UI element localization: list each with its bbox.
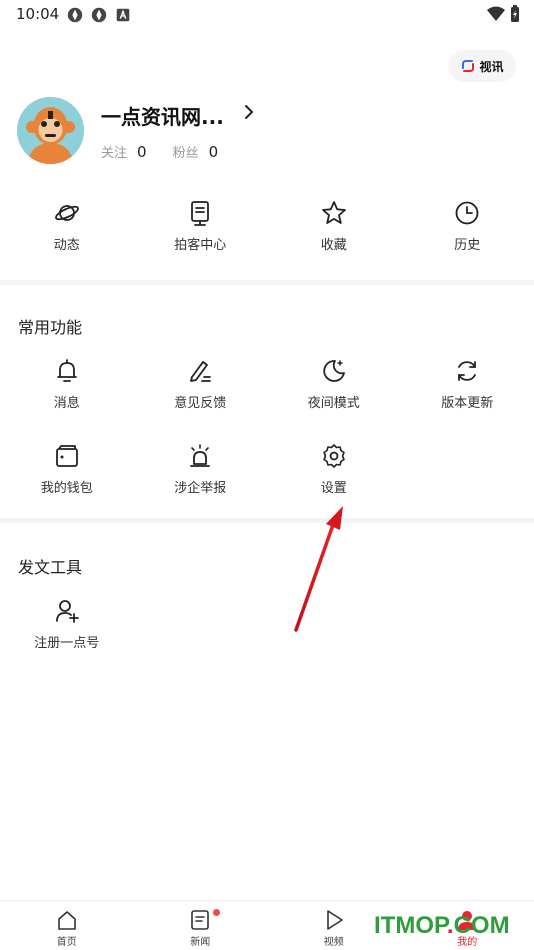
grid-item-label: 拍客中心 (174, 238, 227, 253)
func-item-message[interactable]: 消息 (0, 358, 134, 443)
notification-icons (66, 6, 132, 24)
func-item-label: 夜间模式 (307, 396, 360, 411)
common-functions-grid: 消息 意见反馈 夜间模式 版本更新 我的钱包 涉企举报 设置 (0, 358, 534, 528)
func-item-label: 注册一点号 (34, 636, 100, 651)
news-badge (212, 909, 220, 916)
watermark-dot: . (446, 912, 454, 939)
follow-count[interactable]: 0 (137, 143, 147, 161)
alarm-icon (190, 444, 211, 467)
func-item-label: 消息 (53, 396, 80, 411)
watermark: ITMOP.COM (374, 912, 510, 940)
system-icons (486, 5, 520, 23)
publish-tools-title: 发文工具 (18, 558, 83, 577)
publish-tools-grid: 注册一点号 (0, 598, 534, 683)
shixun-label: 视讯 (479, 59, 504, 74)
grid-item-label: 历史 (454, 238, 481, 253)
grid-item-lishi[interactable]: 历史 (401, 200, 534, 253)
watermark-main: ITMOP (374, 912, 447, 939)
wallet-icon (55, 445, 78, 467)
fans-label[interactable]: 粉丝 (173, 142, 199, 161)
bell-icon (56, 359, 77, 382)
chevron-right-icon[interactable] (240, 103, 258, 121)
home-icon (57, 911, 76, 930)
star-icon (321, 201, 346, 224)
wifi-icon (487, 6, 505, 21)
func-item-label: 版本更新 (441, 396, 494, 411)
shixun-button[interactable]: 视讯 (448, 50, 516, 82)
news-icon (191, 910, 210, 930)
shixun-icon (462, 60, 475, 72)
func-item-night-mode[interactable]: 夜间模式 (267, 358, 401, 443)
func-item-wallet[interactable]: 我的钱包 (0, 443, 134, 528)
status-bar: 10:04 (0, 0, 534, 30)
avatar[interactable] (17, 97, 84, 164)
func-item-feedback[interactable]: 意见反馈 (134, 358, 268, 443)
top-grid: 动态 拍客中心 收藏 历史 (0, 200, 534, 253)
nav-home[interactable]: 首页 (0, 901, 134, 950)
func-item-label: 意见反馈 (174, 396, 227, 411)
watermark-suffix: COM (453, 912, 510, 939)
a-notification-icon (116, 8, 130, 22)
grid-item-shoucang[interactable]: 收藏 (267, 200, 401, 253)
grid-item-label: 动态 (53, 238, 80, 253)
func-item-label: 我的钱包 (40, 481, 93, 496)
func-item-label: 设置 (320, 481, 347, 496)
app-notification-icon (91, 7, 107, 23)
status-time: 10:04 (16, 5, 60, 23)
username[interactable]: 一点资讯网... (101, 101, 224, 130)
app-notification-icon (67, 7, 83, 23)
planet-icon (54, 205, 79, 221)
nav-label: 首页 (56, 937, 77, 948)
follow-label[interactable]: 关注 (101, 142, 127, 161)
device-icon (191, 201, 210, 226)
battery-icon (511, 5, 519, 22)
func-item-report[interactable]: 涉企举报 (134, 443, 268, 528)
moon-icon (323, 360, 345, 382)
func-item-label: 涉企举报 (174, 481, 227, 496)
common-functions-title: 常用功能 (18, 318, 83, 337)
func-item-update[interactable]: 版本更新 (401, 358, 534, 443)
follow-stats: 关注 0 粉丝 0 (101, 142, 244, 162)
gear-icon (322, 444, 345, 468)
annotation-arrow-icon (294, 506, 343, 632)
grid-item-label: 收藏 (320, 238, 347, 253)
monkey-avatar-icon (17, 97, 84, 164)
clock-icon (455, 201, 479, 225)
play-icon (326, 910, 343, 930)
refresh-icon (458, 361, 477, 381)
grid-item-paike[interactable]: 拍客中心 (134, 200, 268, 253)
nav-label: 视频 (323, 937, 344, 948)
nav-news[interactable]: 新闻 (134, 901, 268, 950)
grid-item-dongtai[interactable]: 动态 (0, 200, 134, 253)
nav-label: 新闻 (190, 937, 211, 948)
pen-icon (190, 361, 212, 382)
section-divider (0, 518, 534, 523)
section-divider (0, 280, 534, 285)
register-yidian-button[interactable]: 注册一点号 (0, 598, 134, 683)
add-user-icon (55, 600, 79, 623)
fans-count[interactable]: 0 (209, 143, 219, 161)
